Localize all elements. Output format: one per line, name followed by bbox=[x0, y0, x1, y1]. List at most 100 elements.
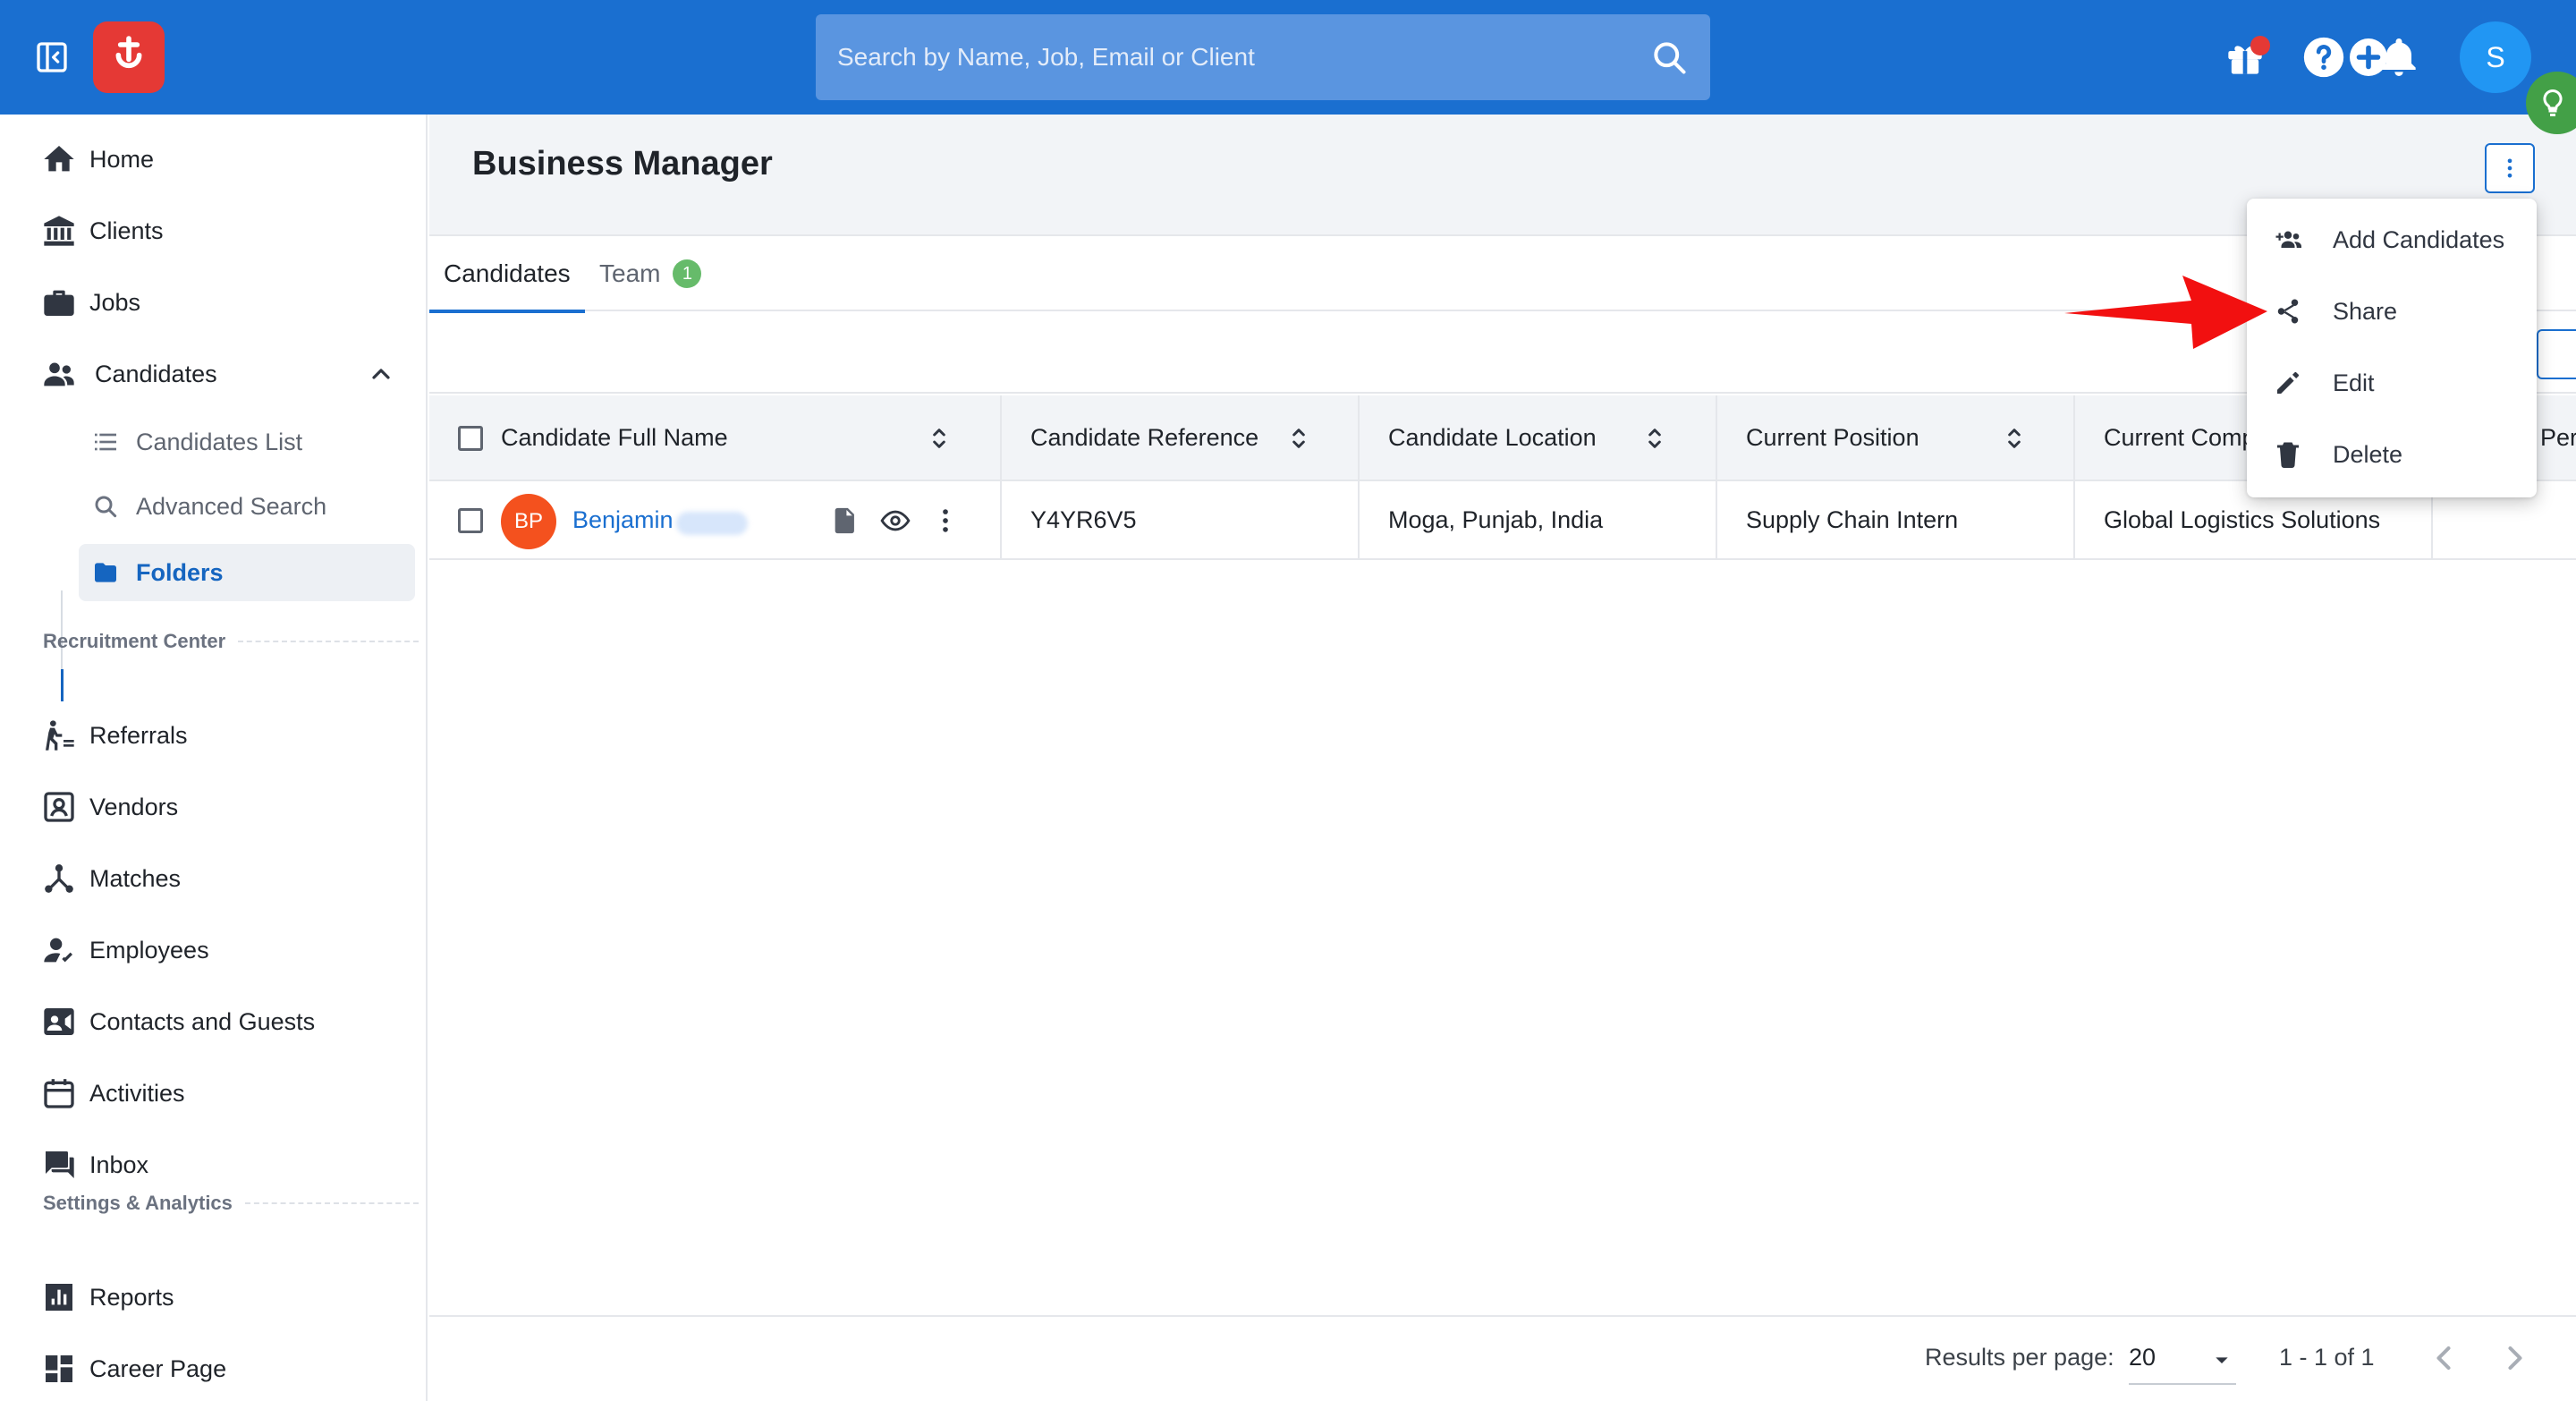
sidebar-item-label: Contacts and Guests bbox=[89, 1007, 316, 1035]
menu-item-label: Add Candidates bbox=[2333, 225, 2505, 253]
prev-page-icon[interactable] bbox=[2424, 1338, 2463, 1378]
sidebar-item-vendors[interactable]: Vendors bbox=[0, 778, 428, 836]
more-vert-icon[interactable] bbox=[930, 505, 961, 536]
sidebar-item-inbox[interactable]: Inbox bbox=[0, 1136, 428, 1193]
sidebar-item-home[interactable]: Home bbox=[0, 131, 428, 188]
sidebar-item-label: Employees bbox=[89, 936, 209, 964]
document-icon[interactable] bbox=[830, 505, 860, 536]
share-icon bbox=[2272, 295, 2304, 327]
cell-location: Moga, Punjab, India bbox=[1360, 481, 1717, 558]
folder-actions-menu: Add Candidates Share Edit Delete bbox=[2247, 199, 2537, 497]
notification-dot bbox=[2250, 36, 2270, 55]
user-avatar[interactable]: S bbox=[2460, 21, 2531, 93]
app-logo[interactable] bbox=[93, 21, 165, 93]
sidebar-item-folders[interactable]: Folders bbox=[79, 544, 415, 601]
column-header: Candidate Reference bbox=[1030, 423, 1259, 451]
blurred-surname bbox=[676, 512, 748, 535]
eye-icon[interactable] bbox=[880, 505, 911, 536]
sidebar-toggle-icon[interactable] bbox=[34, 39, 70, 75]
column-candidate-reference[interactable]: Candidate Reference bbox=[1002, 395, 1360, 480]
reports-icon bbox=[41, 1279, 77, 1315]
sidebar-item-matches[interactable]: Matches bbox=[0, 850, 428, 907]
home-icon bbox=[41, 141, 77, 177]
chevron-up-icon[interactable] bbox=[367, 360, 395, 388]
sidebar-item-candidates-list[interactable]: Candidates List bbox=[79, 413, 415, 471]
cell-text: Global Logistics Solutions bbox=[2104, 505, 2381, 533]
matches-icon bbox=[41, 861, 77, 896]
column-current-position[interactable]: Current Position bbox=[1717, 395, 2075, 480]
tab-label: Candidates bbox=[444, 259, 571, 287]
briefcase-icon bbox=[41, 284, 77, 320]
results-per-page-select[interactable]: 20 bbox=[2129, 1335, 2236, 1385]
more-options-button[interactable] bbox=[2485, 143, 2535, 193]
sort-icon[interactable] bbox=[925, 424, 953, 453]
toolbar-button[interactable] bbox=[2537, 329, 2576, 379]
cell-text: Supply Chain Intern bbox=[1746, 505, 1959, 533]
sidebar-item-jobs[interactable]: Jobs bbox=[0, 274, 428, 331]
sidebar-item-contacts[interactable]: Contacts and Guests bbox=[0, 993, 428, 1050]
submenu-active-indicator bbox=[61, 669, 64, 701]
search-input[interactable] bbox=[837, 14, 1624, 100]
sidebar-item-candidates[interactable]: Candidates bbox=[0, 345, 428, 403]
bell-icon[interactable] bbox=[2374, 32, 2424, 82]
column-header: Current Position bbox=[1746, 423, 1919, 451]
sort-icon[interactable] bbox=[1284, 424, 1313, 453]
pencil-icon bbox=[2272, 367, 2304, 399]
top-bar: S bbox=[0, 0, 2576, 115]
sidebar-item-career-page[interactable]: Career Page bbox=[0, 1340, 428, 1397]
menu-item-share[interactable]: Share bbox=[2247, 276, 2537, 347]
sort-icon[interactable] bbox=[1640, 424, 1669, 453]
column-header: Candidate Location bbox=[1388, 423, 1597, 451]
help-icon[interactable] bbox=[2299, 32, 2349, 82]
team-count-badge: 1 bbox=[673, 259, 702, 288]
employee-icon bbox=[41, 932, 77, 968]
sidebar-item-referrals[interactable]: Referrals bbox=[0, 707, 428, 764]
sidebar-item-label: Home bbox=[89, 145, 155, 173]
section-settings-analytics: Settings & Analytics bbox=[43, 1192, 419, 1215]
sidebar: Home Clients Jobs Candidates Candidates … bbox=[0, 115, 428, 1401]
sidebar-item-label: Matches bbox=[89, 864, 182, 892]
sidebar-item-label: Referrals bbox=[89, 721, 188, 749]
menu-item-label: Edit bbox=[2333, 369, 2375, 396]
candidate-avatar: BP bbox=[501, 494, 556, 549]
pagination-range: 1 - 1 of 1 bbox=[2279, 1344, 2375, 1371]
sidebar-item-label: Candidates List bbox=[136, 428, 303, 455]
sidebar-item-reports[interactable]: Reports bbox=[0, 1269, 428, 1326]
row-checkbox[interactable] bbox=[458, 508, 483, 533]
column-candidate-full-name[interactable]: Candidate Full Name bbox=[429, 395, 1002, 480]
sidebar-item-label: Candidates bbox=[95, 360, 217, 387]
search-icon[interactable] bbox=[1649, 38, 1689, 77]
results-per-page-label: Results per page: bbox=[1925, 1344, 2114, 1371]
contacts-icon bbox=[41, 1004, 77, 1040]
select-all-checkbox[interactable] bbox=[458, 426, 483, 451]
tab-candidates[interactable]: Candidates bbox=[429, 236, 585, 313]
sidebar-item-clients[interactable]: Clients bbox=[0, 202, 428, 259]
referral-icon bbox=[41, 717, 77, 753]
folder-icon bbox=[91, 558, 120, 587]
list-icon bbox=[91, 428, 120, 456]
menu-item-label: Share bbox=[2333, 297, 2398, 325]
page-title: Business Manager bbox=[472, 145, 773, 183]
global-search bbox=[816, 14, 1710, 100]
sidebar-item-label: Advanced Search bbox=[136, 492, 327, 520]
tab-team[interactable]: Team 1 bbox=[599, 236, 702, 311]
sidebar-item-label: Career Page bbox=[89, 1354, 227, 1382]
sort-icon[interactable] bbox=[2000, 424, 2029, 453]
vendor-icon bbox=[41, 789, 77, 825]
sidebar-item-label: Jobs bbox=[89, 288, 141, 316]
candidate-name-link[interactable]: Benjamin bbox=[572, 506, 674, 534]
menu-item-delete[interactable]: Delete bbox=[2247, 419, 2537, 490]
column-candidate-location[interactable]: Candidate Location bbox=[1360, 395, 1717, 480]
people-icon bbox=[41, 356, 77, 392]
sidebar-item-advanced-search[interactable]: Advanced Search bbox=[79, 478, 415, 535]
section-recruitment-center: Recruitment Center bbox=[43, 630, 419, 653]
menu-item-add-candidates[interactable]: Add Candidates bbox=[2247, 204, 2537, 276]
search-icon bbox=[91, 492, 120, 521]
sidebar-item-activities[interactable]: Activities bbox=[0, 1065, 428, 1122]
section-label: Recruitment Center bbox=[43, 630, 226, 652]
trash-icon bbox=[2272, 438, 2304, 471]
inbox-icon bbox=[41, 1147, 77, 1183]
next-page-icon[interactable] bbox=[2496, 1338, 2535, 1378]
menu-item-edit[interactable]: Edit bbox=[2247, 347, 2537, 419]
sidebar-item-employees[interactable]: Employees bbox=[0, 921, 428, 979]
